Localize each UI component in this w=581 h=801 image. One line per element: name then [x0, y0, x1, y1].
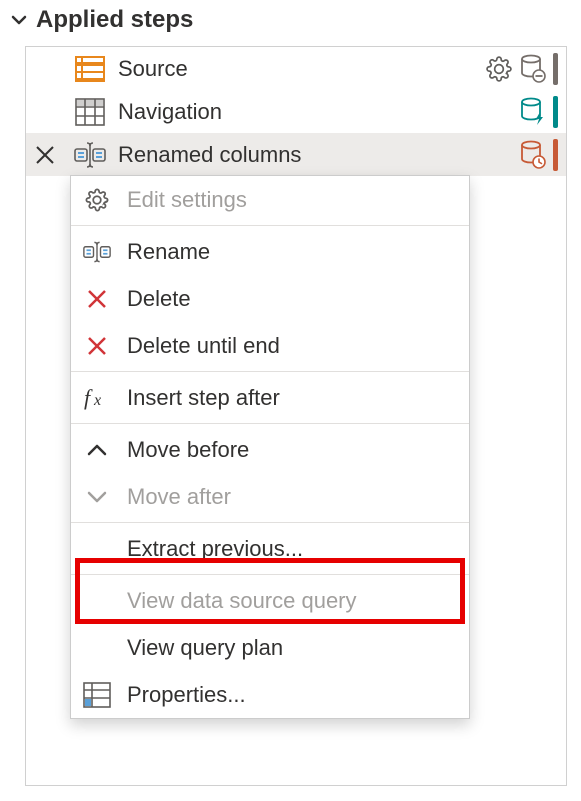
step-actions	[519, 96, 558, 128]
properties-icon	[83, 681, 111, 709]
menu-label: Extract previous...	[127, 536, 303, 562]
blank-icon	[83, 587, 111, 615]
menu-separator	[71, 574, 469, 575]
table-icon	[74, 96, 106, 128]
rename-columns-icon	[74, 139, 106, 171]
step-actions	[519, 139, 558, 171]
chevron-up-icon	[83, 436, 111, 464]
menu-move-after: Move after	[71, 473, 469, 520]
applied-steps-header[interactable]: Applied steps	[0, 0, 581, 46]
rename-icon	[83, 238, 111, 266]
panel-title: Applied steps	[36, 6, 193, 34]
step-indicator	[553, 53, 558, 85]
step-row-renamed-columns[interactable]: Renamed columns	[26, 133, 566, 176]
menu-insert-step-after[interactable]: f x Insert step after	[71, 374, 469, 421]
delete-icon	[83, 332, 111, 360]
blank-icon	[83, 634, 111, 662]
source-icon	[74, 53, 106, 85]
menu-separator	[71, 225, 469, 226]
step-indicator	[553, 96, 558, 128]
menu-label: Rename	[127, 239, 210, 265]
menu-separator	[71, 423, 469, 424]
menu-rename[interactable]: Rename	[71, 228, 469, 275]
menu-label: Move after	[127, 484, 231, 510]
database-minus-icon[interactable]	[519, 55, 547, 83]
menu-label: View query plan	[127, 635, 283, 661]
menu-label: Insert step after	[127, 385, 280, 411]
menu-delete-until-end[interactable]: Delete until end	[71, 322, 469, 369]
gear-icon	[83, 186, 111, 214]
step-label: Navigation	[118, 99, 519, 125]
menu-label: Delete until end	[127, 333, 280, 359]
menu-view-data-source-query: View data source query	[71, 577, 469, 624]
menu-label: Properties...	[127, 682, 246, 708]
step-label: Source	[118, 56, 485, 82]
step-actions	[485, 53, 558, 85]
database-clock-icon[interactable]	[519, 141, 547, 169]
database-power-icon[interactable]	[519, 98, 547, 126]
context-menu: Edit settings Rename Delete	[70, 175, 470, 719]
fx-icon: f x	[83, 384, 111, 412]
menu-move-before[interactable]: Move before	[71, 426, 469, 473]
gear-icon[interactable]	[485, 55, 513, 83]
menu-edit-settings: Edit settings	[71, 176, 469, 223]
delete-icon	[83, 285, 111, 313]
menu-separator	[71, 371, 469, 372]
close-icon[interactable]	[34, 144, 56, 166]
menu-label: Delete	[127, 286, 191, 312]
menu-view-query-plan[interactable]: View query plan	[71, 624, 469, 671]
chevron-down-icon	[10, 11, 28, 29]
menu-properties[interactable]: Properties...	[71, 671, 469, 718]
chevron-down-icon	[83, 483, 111, 511]
svg-text:f: f	[84, 386, 93, 410]
menu-extract-previous[interactable]: Extract previous...	[71, 525, 469, 572]
step-row-navigation[interactable]: Navigation	[26, 90, 566, 133]
step-label: Renamed columns	[118, 142, 519, 168]
menu-label: Move before	[127, 437, 249, 463]
menu-label: Edit settings	[127, 187, 247, 213]
step-row-source[interactable]: Source	[26, 47, 566, 90]
menu-delete[interactable]: Delete	[71, 275, 469, 322]
menu-label: View data source query	[127, 588, 357, 614]
menu-separator	[71, 522, 469, 523]
blank-icon	[83, 535, 111, 563]
step-indicator	[553, 139, 558, 171]
svg-text:x: x	[93, 392, 101, 409]
